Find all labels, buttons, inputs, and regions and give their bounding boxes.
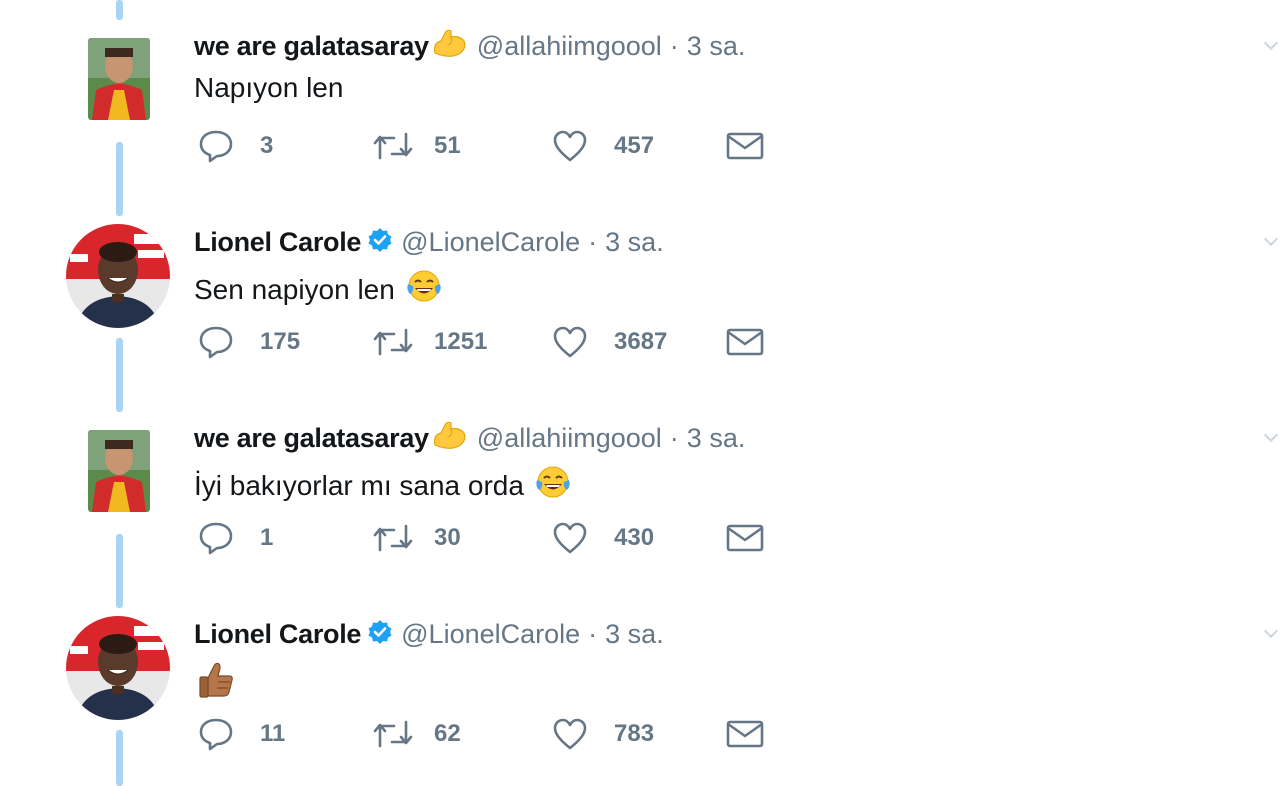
like-button[interactable]: 430	[552, 518, 654, 558]
separator-dot: ·	[588, 226, 598, 257]
reply-button[interactable]: 3	[198, 126, 273, 166]
svg-text:9: 9	[115, 491, 123, 505]
retweet-count: 1251	[434, 328, 488, 355]
envelope-icon	[726, 524, 764, 552]
retweet-icon	[373, 132, 413, 160]
author-handle[interactable]: @LionelCarole	[401, 227, 580, 258]
retweet-icon	[373, 720, 413, 748]
chevron-down-icon[interactable]	[1263, 35, 1279, 51]
like-button[interactable]: 457	[552, 126, 654, 166]
retweet-button[interactable]: 62	[372, 714, 461, 754]
retweet-count: 30	[434, 524, 461, 551]
verified-badge-icon	[367, 227, 393, 258]
author-handle[interactable]: @allahiimgoool	[477, 31, 662, 62]
tweet-header: we are galatasaray @allahiimgoool · 3 sa…	[194, 420, 745, 456]
author-name[interactable]: we are galatasaray	[194, 31, 429, 62]
tweet-text-content: İyi bakıyorlar mı sana orda	[194, 469, 524, 501]
chevron-down-icon[interactable]	[1263, 231, 1279, 247]
heart-icon	[553, 326, 587, 358]
like-button[interactable]: 3687	[552, 322, 667, 362]
reply-icon	[199, 130, 233, 163]
retweet-button[interactable]: 30	[372, 518, 461, 558]
avatar[interactable]: 9	[88, 38, 150, 120]
heart-icon	[553, 130, 587, 162]
avatar[interactable]: 9	[88, 430, 150, 512]
like-count: 430	[614, 524, 655, 551]
reply-icon	[199, 718, 233, 751]
separator-dot: ·	[588, 618, 598, 649]
face-with-tears-of-joy-icon	[534, 464, 572, 507]
reply-icon	[199, 522, 233, 555]
envelope-icon	[726, 720, 764, 748]
heart-icon	[553, 718, 587, 750]
timestamp[interactable]: 3 sa.	[687, 423, 746, 454]
retweet-count: 51	[434, 132, 461, 159]
like-button[interactable]: 783	[552, 714, 654, 754]
tweet-header: Lionel Carole @LionelCarole · 3 sa.	[194, 616, 664, 652]
timestamp[interactable]: 3 sa.	[605, 227, 664, 258]
flexed-biceps-icon	[431, 421, 467, 456]
reply-count: 11	[260, 720, 286, 747]
tweet-actions: 11 62 783	[198, 714, 778, 754]
svg-text:9: 9	[115, 99, 123, 113]
avatar[interactable]	[66, 616, 170, 720]
retweet-button[interactable]: 51	[372, 126, 461, 166]
reply-button[interactable]: 175	[198, 322, 300, 362]
like-count: 457	[614, 132, 655, 159]
envelope-icon	[726, 132, 764, 160]
chevron-down-icon[interactable]	[1263, 623, 1279, 639]
reply-button[interactable]: 1	[198, 518, 273, 558]
face-with-tears-of-joy-icon	[405, 268, 443, 311]
retweet-button[interactable]: 1251	[372, 322, 487, 362]
tweet-header: we are galatasaray @allahiimgoool · 3 sa…	[194, 28, 745, 64]
reply-button[interactable]: 11	[198, 714, 285, 754]
author-name[interactable]: Lionel Carole	[194, 227, 361, 258]
retweet-icon	[373, 524, 413, 552]
heart-icon	[553, 522, 587, 554]
tweet-text: Sen napiyon len	[194, 268, 443, 311]
tweet-text: Napıyon len	[194, 72, 343, 104]
tweet-text: İyi bakıyorlar mı sana orda	[194, 464, 572, 507]
tweet[interactable]: Lionel Carole @LionelCarole · 3 sa. 11 6…	[0, 588, 1280, 784]
tweet-header: Lionel Carole @LionelCarole · 3 sa.	[194, 224, 664, 260]
like-count: 783	[614, 720, 655, 747]
reply-count: 1	[260, 524, 274, 551]
retweet-count: 62	[434, 720, 461, 747]
reply-count: 175	[260, 328, 301, 355]
author-name[interactable]: Lionel Carole	[194, 619, 361, 650]
reply-count: 3	[260, 132, 274, 159]
tweet-text-content: Napıyon len	[194, 72, 344, 103]
tweet[interactable]: 9 we are galatasaray @allahiimgoool · 3 …	[0, 0, 1280, 196]
tweet-text	[194, 660, 236, 707]
flexed-biceps-icon	[431, 29, 467, 64]
tweet-actions: 1 30 430	[198, 518, 778, 558]
envelope-icon	[726, 328, 764, 356]
verified-badge-icon	[367, 619, 393, 650]
separator-dot: ·	[669, 30, 679, 61]
tweet-actions: 175 1251 3687	[198, 322, 778, 362]
tweet[interactable]: Lionel Carole @LionelCarole · 3 sa. Sen …	[0, 196, 1280, 392]
avatar[interactable]	[66, 224, 170, 328]
direct-message-button[interactable]	[726, 322, 764, 362]
tweet-text-content: Sen napiyon len	[194, 273, 395, 305]
direct-message-button[interactable]	[726, 518, 764, 558]
separator-dot: ·	[669, 422, 679, 453]
timestamp[interactable]: 3 sa.	[687, 31, 746, 62]
chevron-down-icon[interactable]	[1263, 427, 1279, 443]
thumbs-up-icon	[196, 660, 236, 707]
author-handle[interactable]: @LionelCarole	[401, 619, 580, 650]
tweet-actions: 3 51 457	[198, 126, 778, 166]
reply-icon	[199, 326, 233, 359]
timestamp[interactable]: 3 sa.	[605, 619, 664, 650]
author-name[interactable]: we are galatasaray	[194, 423, 429, 454]
author-handle[interactable]: @allahiimgoool	[477, 423, 662, 454]
direct-message-button[interactable]	[726, 126, 764, 166]
like-count: 3687	[614, 328, 668, 355]
tweet[interactable]: 9 we are galatasaray @allahiimgoool · 3 …	[0, 392, 1280, 588]
retweet-icon	[373, 328, 413, 356]
direct-message-button[interactable]	[726, 714, 764, 754]
